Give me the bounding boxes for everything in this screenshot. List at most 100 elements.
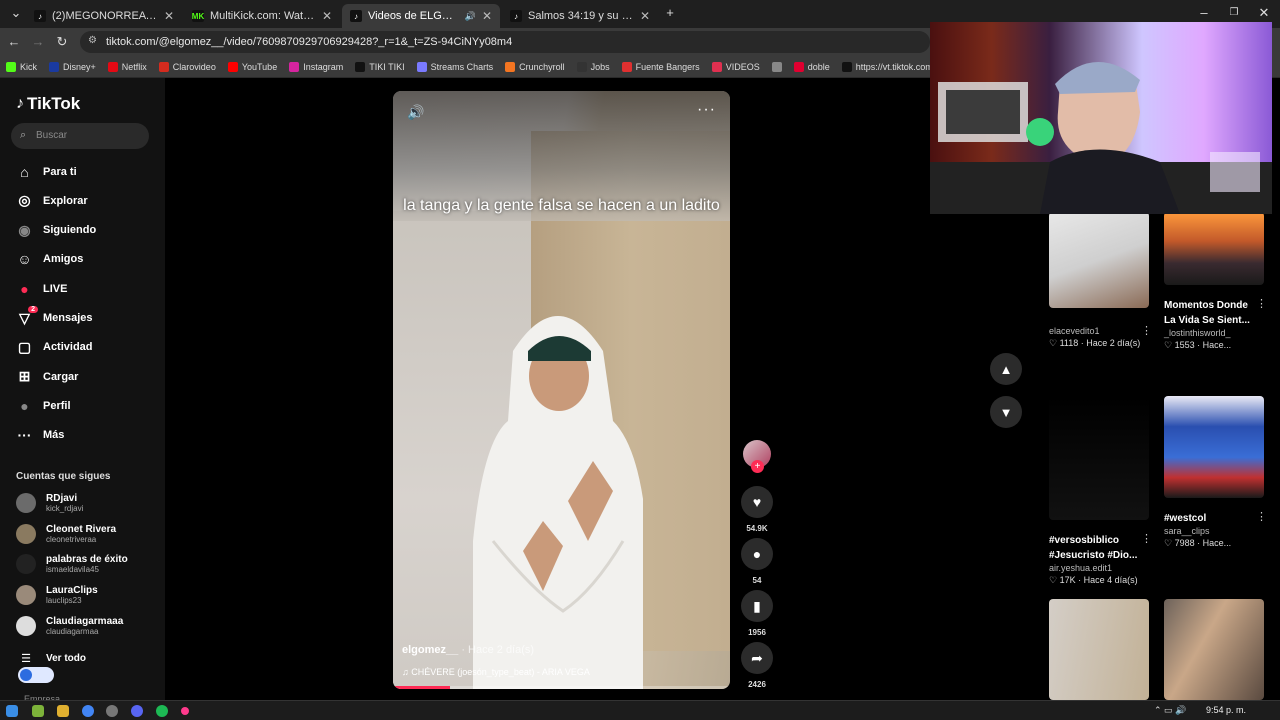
tray-icons[interactable]: ⌃ ▭ 🔊 (1154, 705, 1186, 716)
search-input[interactable]: ⌕ Buscar (11, 123, 149, 149)
volume-icon[interactable]: 🔊 (407, 104, 424, 121)
bookmark-item[interactable]: VIDEOS (711, 61, 760, 72)
sidebar-item-mensajes[interactable]: ▽ 2 Mensajes (16, 305, 93, 327)
extension-pill[interactable] (18, 667, 54, 683)
tab-0[interactable]: ♪ (2)MEGONORREA (@clips_meg ✕ (26, 4, 182, 28)
close-tab-icon[interactable]: ✕ (164, 9, 174, 23)
card-menu-icon[interactable]: ⋮ (1256, 297, 1267, 310)
related-video-card[interactable]: ⋮ #versosbiblico #Jesucristo #Dio... air.y… (1049, 396, 1152, 586)
bookmark-item[interactable]: https://vt.tiktok.com... (841, 61, 940, 72)
bookmark-label: Netflix (121, 61, 147, 72)
card-menu-icon[interactable]: ⋮ (1256, 510, 1267, 523)
app-icon[interactable] (181, 707, 189, 715)
bookmark-item[interactable]: Kick (6, 61, 37, 72)
comment-button[interactable]: ● 54 (741, 538, 773, 585)
bookmark-item[interactable]: Clarovideo (158, 61, 216, 72)
spotify-icon[interactable] (156, 705, 168, 717)
bookmark-item[interactable]: doble (793, 61, 830, 72)
bookmark-label: Streams Charts (430, 61, 494, 72)
tiktok-logo[interactable]: ♪ TikTok (16, 94, 80, 114)
sidebar-item-para-ti[interactable]: ⌂ Para ti (16, 163, 76, 180)
bookmark-item[interactable]: Fuente Bangers (621, 61, 700, 72)
bookmark-icon: ▮ (741, 590, 773, 622)
discord-icon[interactable] (131, 705, 143, 717)
video-player[interactable]: la tanga y la gente falsa se hacen a un … (393, 91, 730, 689)
sidebar-item-actividad[interactable]: ▢ Actividad (16, 339, 93, 356)
sidebar-item-amigos[interactable]: ☺ Amigos (16, 251, 83, 268)
more-options-icon[interactable]: ··· (697, 101, 716, 119)
app-icon[interactable] (106, 705, 118, 717)
back-icon[interactable]: ← (6, 34, 22, 50)
sidebar-item-live[interactable]: ● LIVE (16, 280, 67, 297)
close-tab-icon[interactable]: ✕ (322, 9, 332, 23)
bookmark-item[interactable]: TIKI TIKI (355, 61, 405, 72)
bookmark-favicon-icon (289, 61, 300, 72)
bookmark-item[interactable]: Instagram (289, 61, 343, 72)
bookmark-favicon-icon (107, 61, 118, 72)
folder-icon[interactable] (57, 705, 69, 717)
sidebar-item-explorar[interactable]: ◎ Explorar (16, 192, 87, 209)
bookmark-label: Clarovideo (172, 61, 216, 72)
video-author[interactable]: elgomez__ · Hace 2 día(s) (402, 644, 534, 656)
minimize-icon[interactable]: – (1196, 5, 1212, 21)
bookmark-item[interactable] (771, 61, 782, 72)
clock[interactable]: 9:54 p. m. (1206, 705, 1246, 715)
related-video-card[interactable]: ⋮ #westcol sara__clips ♡ 7988 · Hace... (1164, 396, 1267, 549)
account-name: RDjavi (46, 493, 78, 504)
card-title: Momentos Donde La Vida Se Sient... (1164, 300, 1250, 326)
windows-start-icon[interactable] (6, 705, 18, 717)
tab-search-icon[interactable]: ⌄ (8, 5, 24, 21)
bookmark-favicon-icon (158, 61, 169, 72)
tab-title: MultiKick.com: Watch Multiple (210, 10, 316, 22)
site-info-icon[interactable]: ⚙ (88, 35, 97, 46)
bookmark-item[interactable]: Disney+ (49, 61, 96, 72)
new-tab-icon[interactable]: + (662, 5, 678, 21)
speaker-icon[interactable]: 🔊 (465, 11, 476, 22)
bookmark-item[interactable]: Crunchyroll (505, 61, 565, 72)
related-video-card[interactable]: ⋮ elacevedito1 ♡ 1118 · Hace 2 día(s) (1049, 212, 1152, 349)
bookmark-item[interactable]: Jobs (576, 61, 610, 72)
restore-icon[interactable]: ❐ (1226, 5, 1242, 21)
account-handle: lauclips23 (46, 596, 82, 606)
sidebar-item-perfil[interactable]: ● Perfil (16, 397, 70, 414)
sidebar-item-label: Mensajes (43, 312, 93, 324)
followed-account[interactable]: Cleonet Rivera cleonetriveraa (16, 523, 116, 544)
app-icon[interactable] (32, 705, 44, 717)
reload-icon[interactable]: ↻ (54, 34, 70, 50)
video-thumbnail (1049, 396, 1149, 520)
card-menu-icon[interactable]: ⋮ (1141, 532, 1152, 545)
related-video-card[interactable]: ⋮ Momentos Donde La Vida Se Sient... _lost… (1164, 212, 1267, 351)
chrome-icon[interactable] (82, 705, 94, 717)
sidebar-item-cargar[interactable]: ⊞ Cargar (16, 368, 79, 385)
bookmark-item[interactable]: Streams Charts (416, 61, 494, 72)
video-progress-bar[interactable] (393, 686, 730, 689)
follow-plus-icon[interactable]: + (751, 460, 764, 473)
close-tab-icon[interactable]: ✕ (482, 9, 492, 23)
next-video-button[interactable]: ▼ (990, 396, 1022, 428)
sidebar-item-más[interactable]: ··· Más (16, 427, 65, 444)
bookmark-item[interactable]: Netflix (107, 61, 147, 72)
forward-icon[interactable]: → (30, 34, 46, 50)
like-button[interactable]: ♥ 54.9K (741, 486, 773, 533)
tab-3[interactable]: ♪ Salmos 34:19 y su impacto en la ✕ (502, 4, 658, 28)
close-window-icon[interactable]: ✕ (1256, 5, 1272, 21)
card-menu-icon[interactable]: ⋮ (1141, 324, 1152, 337)
multikick-favicon-icon: MK (191, 10, 205, 22)
followed-account[interactable]: RDjavi kick_rdjavi (16, 493, 83, 513)
bookmark-favicon-icon (771, 61, 782, 72)
url-field[interactable]: ⚙ tiktok.com/@elgomez__/video/7609870929… (80, 31, 930, 53)
tab-1[interactable]: MK MultiKick.com: Watch Multiple ✕ (184, 4, 340, 28)
followed-account[interactable]: Claudiagarmaaa claudiagarmaa (16, 615, 123, 636)
previous-video-button[interactable]: ▲ (990, 353, 1022, 385)
sidebar-item-siguiendo[interactable]: ◉ Siguiendo (16, 222, 96, 239)
bookmark-item[interactable]: YouTube (227, 61, 277, 72)
see-all-button[interactable]: ☰ Ver todo (16, 652, 86, 665)
music-info[interactable]: ♫ CHÉVERE (joesón_type_beat) - ARIA VEGA (402, 667, 590, 677)
followed-account[interactable]: palabras de éxito ismaeldavila45 (16, 554, 128, 575)
see-all-label: Ver todo (46, 653, 87, 664)
share-button[interactable]: ➦ 2426 (741, 642, 773, 689)
followed-account[interactable]: LauraClips lauclips23 (16, 585, 98, 606)
close-tab-icon[interactable]: ✕ (640, 9, 650, 23)
save-button[interactable]: ▮ 1956 (741, 590, 773, 637)
tab-2[interactable]: ♪ Videos de ELGOMEZ (@elg 🔊 ✕ (342, 4, 500, 28)
